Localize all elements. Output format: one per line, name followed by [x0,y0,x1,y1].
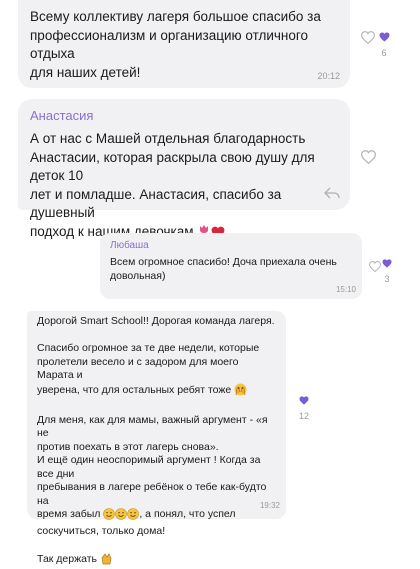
heart-outline-icon[interactable] [361,150,376,169]
reply-arrow-icon[interactable] [324,186,340,204]
heart-filled-icon [379,32,390,42]
message-text: Всему коллективу лагеря большое спасибо … [30,8,345,82]
smile-emoji [127,508,139,525]
message-text: А от нас с Машей отдельная благодарность… [30,130,345,244]
message-bubble-3[interactable]: Любаша Всем огромное спасибо! Доча приех… [100,233,362,299]
message-time: 20:12 [317,71,340,81]
message-text: Всем огромное спасибо! Доча приехала оче… [110,256,345,283]
heart-outline-icon[interactable] [369,259,381,277]
reaction-4[interactable]: 12 [297,392,311,421]
heart-outline-icon[interactable] [361,31,375,49]
message-time: 19:32 [260,501,280,510]
heart-filled-icon [299,396,309,405]
reaction-count: 12 [297,411,311,421]
message-time: 15:10 [336,285,356,294]
smile-emoji [103,508,115,525]
raised-hands-emoji [234,383,247,401]
smile-emoji [115,508,127,525]
message-bubble-4[interactable]: Дорогой Smart School!! Дорогая команда л… [27,311,286,519]
reaction-1[interactable]: 6 [377,29,391,58]
author-name[interactable]: Любаша [110,240,149,251]
message-bubble-1[interactable]: Всему коллективу лагеря большое спасибо … [18,0,350,88]
reaction-count: 6 [377,48,391,58]
clap-emoji [100,552,113,569]
reaction-count: 3 [382,274,392,284]
author-name[interactable]: Анастасия [30,108,93,123]
heart-filled-icon [382,259,392,268]
reaction-3[interactable]: 3 [382,255,392,284]
message-text: Дорогой Smart School!! Дорогая команда л… [37,315,277,569]
message-bubble-2[interactable]: Анастасия А от нас с Машей отдельная бла… [18,99,350,210]
